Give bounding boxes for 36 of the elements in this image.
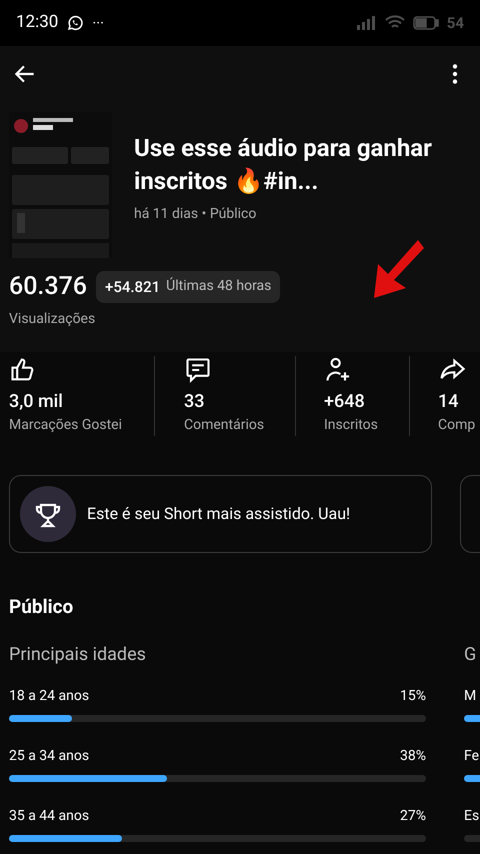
views-count: 60.376 (9, 271, 87, 303)
age-percent: 15% (400, 687, 426, 706)
gender-label: M (464, 687, 476, 706)
ages-title: Principais idades (9, 643, 147, 667)
stat-value: 14 (438, 390, 460, 414)
recent-views-delta: +54.821 (105, 276, 160, 298)
stat-label: Inscritos (324, 416, 379, 434)
battery-icon (412, 16, 439, 30)
stat-label: Comentários (184, 416, 266, 434)
views-label: Visualizações (9, 310, 96, 328)
clock: 12:30 (16, 11, 58, 34)
age-range: 25 a 34 anos (9, 747, 90, 766)
gender-label: Fe (464, 747, 480, 766)
stat-value: +648 (324, 390, 366, 414)
age-range: 18 a 24 anos (9, 687, 90, 706)
age-percent: 38% (400, 747, 426, 766)
battery-level: 54 (446, 12, 464, 34)
signal-icon (354, 15, 377, 31)
comment-icon (184, 356, 212, 384)
age-range: 35 a 44 anos (9, 807, 90, 826)
gender-title: G (464, 643, 476, 667)
more-notifications: ··· (92, 12, 104, 34)
video-meta: há 11 dias • Público (134, 205, 258, 224)
trophy-icon (20, 486, 76, 542)
stat-value: 33 (184, 390, 206, 414)
section-title: Público (8, 594, 74, 620)
stat-label: Marcações Gostei (9, 416, 123, 434)
gender-label: Es (464, 807, 480, 826)
achievement-text: Este é seu Short mais assistido. Uau! (87, 502, 350, 524)
stat-value: 3,0 mil (9, 390, 64, 414)
stat-label: Comp (438, 416, 476, 434)
chat-app-icon (66, 14, 84, 32)
add-person-icon (324, 356, 352, 384)
recent-views-period: Últimas 48 horas (166, 276, 272, 296)
age-percent: 27% (400, 807, 426, 826)
video-title: Use esse áudio para ganhar inscritos 🔥#in... (134, 133, 433, 197)
